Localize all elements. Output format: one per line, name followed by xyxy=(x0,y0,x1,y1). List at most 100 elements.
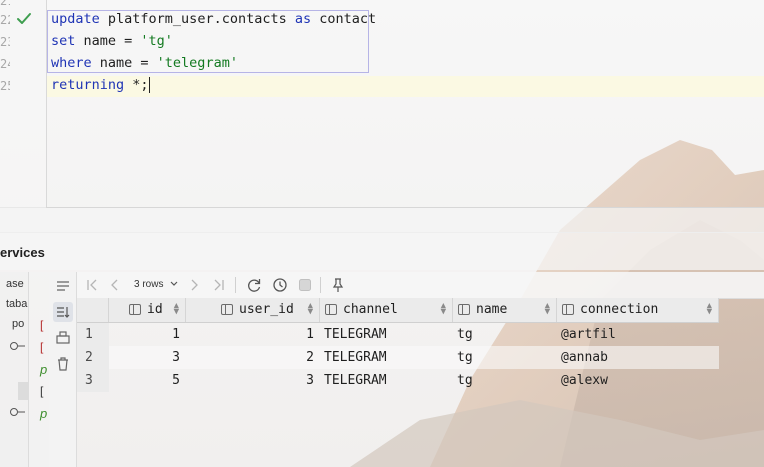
line-number: 21 xyxy=(0,0,10,8)
checkmark-icon xyxy=(17,13,31,24)
session-column[interactable]: [ [ p [ p xyxy=(29,272,49,467)
code-token: contact xyxy=(311,11,377,27)
tree-item[interactable]: ase xyxy=(6,278,24,290)
cell-id[interactable]: 3 xyxy=(109,346,186,369)
editor-gutter: 21 22 23 24 25 xyxy=(0,0,47,208)
menu-lines-button[interactable] xyxy=(53,276,73,296)
tree-item[interactable]: po xyxy=(12,318,24,330)
code-token: name = xyxy=(91,55,157,71)
pin-icon[interactable] xyxy=(331,276,345,294)
keyword-token: update xyxy=(51,11,100,27)
column-icon xyxy=(221,304,233,315)
sql-editor[interactable]: 21 22 23 24 25 update platform_user.cont… xyxy=(0,0,764,208)
refresh-icon[interactable] xyxy=(245,276,263,294)
cell-user-id[interactable]: 1 xyxy=(186,323,320,346)
code-line: update platform_user.contacts as contact xyxy=(51,9,376,30)
cell-connection[interactable]: @annab xyxy=(557,346,719,369)
print-icon xyxy=(56,331,70,344)
last-page-icon[interactable] xyxy=(212,276,226,294)
code-token: platform_user.contacts xyxy=(99,11,295,27)
column-header-user-id[interactable]: user_id ▲ ▼ xyxy=(186,298,320,322)
cell-channel[interactable]: TELEGRAM xyxy=(320,323,453,346)
line-number: 22 xyxy=(0,13,10,27)
column-header-label: channel xyxy=(343,302,398,317)
toolbar-divider xyxy=(235,277,236,293)
services-tree[interactable]: ase taba po xyxy=(0,272,29,467)
string-token: 'tg' xyxy=(140,33,173,49)
grid-header-row: id ▲ ▼ user_id ▲ ▼ channel ▲ ▼ name ▲ ▼ conn… xyxy=(77,298,719,323)
column-header-connection[interactable]: connection ▲ ▼ xyxy=(557,298,719,322)
line-number: 25 xyxy=(0,79,10,93)
cell-connection[interactable]: @artfil xyxy=(557,323,719,346)
line-number: 23 xyxy=(0,35,10,49)
code-token: *; xyxy=(124,77,149,93)
sort-icon[interactable]: ▲ ▼ xyxy=(308,302,313,317)
toolbar-divider xyxy=(320,277,321,293)
first-page-icon[interactable] xyxy=(85,276,99,294)
line-number: 24 xyxy=(0,57,10,71)
next-page-icon[interactable] xyxy=(188,276,200,294)
cell-channel[interactable]: TELEGRAM xyxy=(320,346,453,369)
code-line: where name = 'telegram' xyxy=(51,53,238,74)
cell-id[interactable]: 5 xyxy=(109,369,186,392)
sort-icon[interactable]: ▲ ▼ xyxy=(174,302,179,317)
cell-name[interactable]: tg xyxy=(453,369,557,392)
row-number: 3 xyxy=(77,369,109,392)
session-bracket-icon: [ xyxy=(40,384,44,398)
current-line-highlight xyxy=(47,76,764,97)
services-panel-header: ervices xyxy=(0,232,764,270)
tree-item[interactable]: taba xyxy=(6,298,27,310)
column-icon xyxy=(562,304,574,315)
layout-icon xyxy=(57,307,70,318)
column-header-label: connection xyxy=(580,302,659,317)
result-toolbar: 3 rows xyxy=(77,272,764,299)
column-header-id[interactable]: id ▲ ▼ xyxy=(109,298,186,322)
code-line: returning *; xyxy=(51,75,150,96)
keyword-token: returning xyxy=(51,77,125,93)
cell-name[interactable]: tg xyxy=(453,323,557,346)
string-token: 'telegram' xyxy=(156,55,238,71)
row-number: 2 xyxy=(77,346,109,369)
session-bracket-icon: [ xyxy=(40,340,44,354)
delete-button[interactable] xyxy=(53,354,73,374)
table-row[interactable]: 2 3 2 TELEGRAM tg @annab xyxy=(77,346,719,369)
column-icon xyxy=(458,304,470,315)
tree-selection xyxy=(18,382,28,400)
row-number: 1 xyxy=(77,323,109,346)
sort-icon[interactable]: ▲ ▼ xyxy=(707,302,712,317)
cell-id[interactable]: 1 xyxy=(109,323,186,346)
chevron-down-icon[interactable] xyxy=(169,277,179,295)
cell-channel[interactable]: TELEGRAM xyxy=(320,369,453,392)
column-header-channel[interactable]: channel ▲ ▼ xyxy=(320,298,453,322)
column-header-label: id xyxy=(147,302,163,317)
cell-name[interactable]: tg xyxy=(453,346,557,369)
column-icon xyxy=(129,304,141,315)
column-icon xyxy=(325,304,337,315)
cell-connection[interactable]: @alexw xyxy=(557,369,719,392)
result-side-toolbar xyxy=(49,272,77,467)
table-row[interactable]: 1 1 1 TELEGRAM tg @artfil xyxy=(77,323,719,346)
column-header-name[interactable]: name ▲ ▼ xyxy=(453,298,557,322)
table-row[interactable]: 3 5 3 TELEGRAM tg @alexw xyxy=(77,369,719,392)
stop-icon[interactable] xyxy=(298,278,312,296)
connection-icon xyxy=(10,408,25,416)
cell-user-id[interactable]: 3 xyxy=(186,369,320,392)
keyword-token: set xyxy=(51,33,76,49)
editor-statusbar xyxy=(0,207,764,233)
connection-icon xyxy=(10,342,25,350)
row-number-header xyxy=(77,298,109,322)
sort-icon[interactable]: ▲ ▼ xyxy=(441,302,446,317)
layout-toggle-button[interactable] xyxy=(53,302,73,322)
column-header-label: name xyxy=(476,302,508,317)
code-token: name = xyxy=(75,33,141,49)
sort-icon[interactable]: ▲ ▼ xyxy=(545,302,550,317)
text-caret xyxy=(148,77,150,93)
print-button[interactable] xyxy=(53,328,73,348)
session-p-icon: p xyxy=(40,362,48,377)
prev-page-icon[interactable] xyxy=(109,276,121,294)
column-header-label: user_id xyxy=(239,302,294,317)
keyword-token: as xyxy=(294,11,312,27)
history-icon[interactable] xyxy=(271,276,289,294)
rows-count-dropdown[interactable]: 3 rows xyxy=(134,279,163,290)
cell-user-id[interactable]: 2 xyxy=(186,346,320,369)
